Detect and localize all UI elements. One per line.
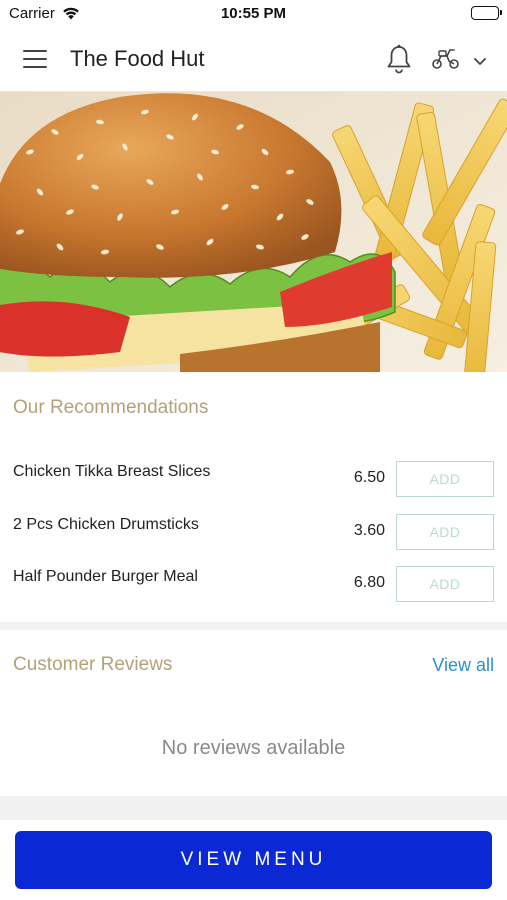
scooter-icon[interactable] bbox=[430, 47, 462, 76]
item-price: 3.60 bbox=[353, 522, 385, 539]
view-all-reviews-link[interactable]: View all bbox=[432, 655, 494, 676]
hero-food-image bbox=[0, 92, 507, 372]
list-item: Chicken Tikka Breast Slices 6.50 ADD bbox=[0, 461, 507, 501]
app-header: The Food Hut bbox=[0, 28, 507, 92]
battery-icon bbox=[471, 6, 502, 20]
view-menu-button[interactable]: VIEW MENU bbox=[15, 831, 492, 889]
add-button[interactable]: ADD bbox=[396, 461, 494, 497]
section-divider bbox=[0, 622, 507, 630]
bell-icon[interactable] bbox=[385, 44, 413, 79]
no-reviews-message: No reviews available bbox=[161, 737, 346, 759]
status-bar: Carrier 10:55 PM bbox=[0, 0, 507, 28]
add-button[interactable]: ADD bbox=[396, 514, 494, 550]
section-divider bbox=[0, 796, 507, 820]
restaurant-title: The Food Hut bbox=[70, 46, 205, 71]
add-button[interactable]: ADD bbox=[396, 566, 494, 602]
clock-time: 10:55 PM bbox=[220, 5, 287, 22]
item-price: 6.80 bbox=[353, 574, 385, 591]
hamburger-menu-icon[interactable] bbox=[23, 50, 47, 68]
item-name: Chicken Tikka Breast Slices bbox=[13, 463, 211, 480]
item-price: 6.50 bbox=[353, 469, 385, 486]
chevron-down-icon[interactable] bbox=[473, 54, 487, 72]
list-item: 2 Pcs Chicken Drumsticks 3.60 ADD bbox=[0, 514, 507, 554]
recommendations-title: Our Recommendations bbox=[13, 397, 209, 418]
reviews-title: Customer Reviews bbox=[13, 654, 173, 675]
item-name: Half Pounder Burger Meal bbox=[13, 568, 198, 585]
list-item: Half Pounder Burger Meal 6.80 ADD bbox=[0, 566, 507, 606]
item-name: 2 Pcs Chicken Drumsticks bbox=[13, 516, 199, 533]
